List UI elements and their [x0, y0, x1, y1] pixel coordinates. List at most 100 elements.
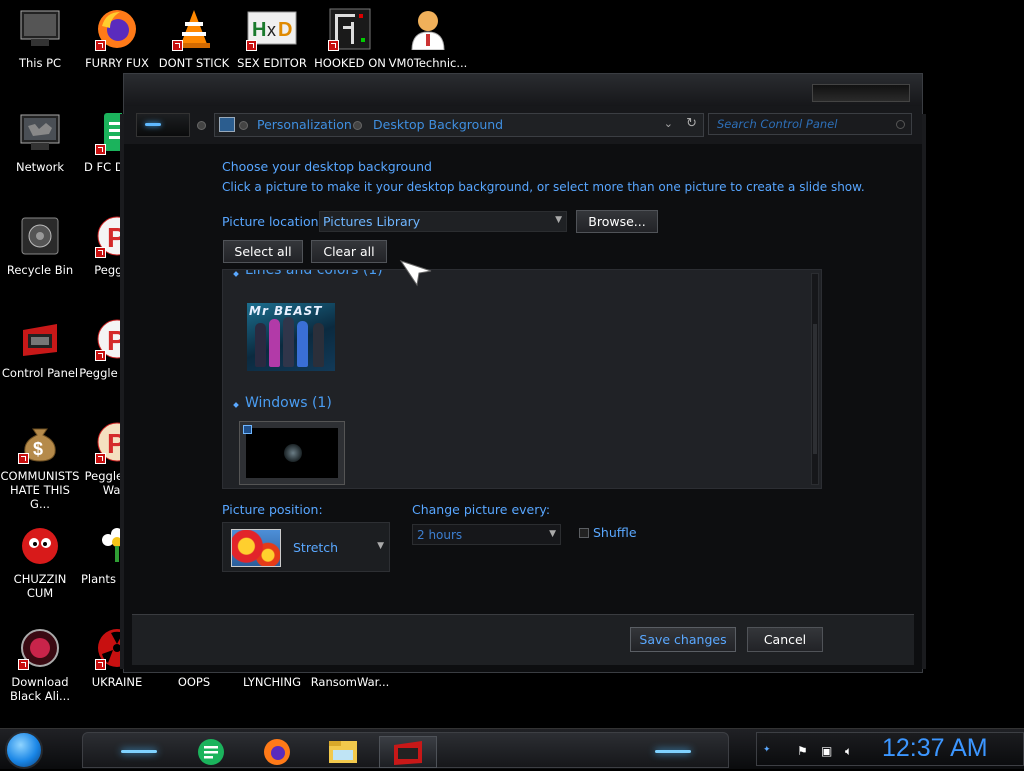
window-controls[interactable]	[812, 84, 910, 102]
clock[interactable]: 12:37 AM	[882, 734, 988, 763]
desktop-icon-network[interactable]: Network	[0, 112, 80, 174]
group-collapse-icon[interactable]	[233, 402, 239, 408]
desktop-icon-label: Recycle Bin	[6, 263, 74, 277]
group-title-windows[interactable]: Windows (1)	[245, 395, 332, 411]
firefox-icon	[264, 739, 290, 765]
svg-text:x: x	[267, 20, 276, 40]
search-input[interactable]: Search Control Panel	[708, 113, 912, 135]
browse-button[interactable]: Browse...	[576, 210, 658, 233]
thumbnail-checkbox[interactable]	[243, 425, 252, 434]
figure	[269, 319, 280, 367]
folder-icon	[329, 741, 357, 763]
desktop-icon-hooked-on[interactable]: HOOKED ON	[310, 8, 390, 70]
mouse-cursor-icon	[399, 260, 432, 287]
recent-pages-button[interactable]	[197, 121, 206, 130]
group-collapse-icon[interactable]	[233, 271, 239, 277]
volume-icon[interactable]: 🔈︎	[845, 744, 852, 759]
taskbar-app-firefox[interactable]	[255, 736, 299, 768]
control-panel-icon	[219, 117, 235, 132]
gallery-scrollbar[interactable]	[811, 273, 819, 485]
breadcrumb-personalization[interactable]: Personalization	[257, 117, 352, 132]
taskbar-app-file-explorer[interactable]	[321, 736, 365, 768]
picture-gallery[interactable]: Lines and colors (1) Mr BEAST Windows (1…	[222, 269, 822, 489]
svg-text:$: $	[33, 439, 43, 459]
desktop-icon-label: VM0Technic...	[388, 56, 468, 70]
desktop-icon-label: Download Black Ali...	[10, 675, 70, 703]
wallpaper-thumbnail[interactable]: Mr BEAST	[247, 303, 335, 371]
breadcrumb-separator[interactable]	[239, 121, 248, 130]
show-hidden-icons-icon[interactable]: ✦	[763, 745, 771, 755]
search-placeholder: Search Control Panel	[717, 117, 838, 131]
desktop-icon-vm0technic[interactable]: VM0Technic...	[388, 8, 468, 70]
action-center-flag-icon[interactable]: ⚑	[797, 744, 808, 758]
network-icon[interactable]: ▣	[821, 744, 832, 758]
start-button[interactable]	[5, 731, 43, 769]
recycle-bin-icon	[19, 215, 61, 257]
red-chuzzle-icon	[19, 524, 61, 566]
desktop-icon-label: UKRAINE	[91, 675, 143, 689]
clear-all-button[interactable]: Clear all	[311, 240, 387, 263]
select-all-button[interactable]: Select all	[223, 240, 303, 263]
scrollbar-thumb[interactable]	[813, 324, 817, 454]
taskbar: ✦ ⚑ ▣ 🔈︎ 12:37 AM	[0, 728, 1024, 769]
refresh-icon[interactable]: ↻	[686, 116, 697, 131]
picture-position-select[interactable]: Stretch ▼	[222, 522, 390, 572]
doctor-avatar-icon	[407, 8, 449, 51]
back-forward-buttons[interactable]	[136, 113, 190, 137]
breadcrumb-separator[interactable]	[353, 121, 362, 130]
page-description: Click a picture to make it your desktop …	[222, 180, 865, 194]
desktop-icon-label: SEX EDITOR	[237, 56, 307, 70]
desktop-icon-dont-stick[interactable]: DONT STICK	[154, 8, 234, 70]
breadcrumb-desktop-background[interactable]: Desktop Background	[373, 117, 503, 132]
svg-text:H: H	[252, 19, 266, 41]
shuffle-label[interactable]: Shuffle	[593, 525, 637, 540]
page-title: Choose your desktop background	[222, 159, 432, 174]
address-dropdown-icon[interactable]: ⌄	[664, 117, 673, 130]
dropdown-arrow-icon: ▼	[555, 215, 562, 225]
desktop-icon-recycle-bin[interactable]: Recycle Bin	[0, 215, 80, 277]
window-right-edge	[922, 114, 926, 669]
address-bar[interactable]: Personalization Desktop Background ⌄ ↻	[214, 113, 704, 137]
desktop-background-window: Personalization Desktop Background ⌄ ↻ S…	[120, 73, 926, 673]
desktop-icon-label: FURRY FUX	[85, 56, 149, 70]
save-changes-button[interactable]: Save changes	[630, 627, 736, 652]
taskbar-app-control-panel[interactable]	[379, 736, 437, 768]
desktop-icon-label: HOOKED ON	[314, 56, 386, 70]
taskbar-glow	[121, 750, 157, 753]
windows-logo-icon	[284, 444, 302, 462]
desktop-icon-chuzzin[interactable]: CHUZZIN CUM	[0, 524, 80, 600]
green-doc-icon	[198, 739, 224, 765]
picture-location-select[interactable]: Pictures Library ▼	[319, 211, 567, 232]
thumbnail-image	[246, 428, 338, 478]
desktop-icon-furry-fux[interactable]: FURRY FUX	[77, 8, 157, 70]
desktop-icon-this-pc[interactable]: This PC	[0, 8, 80, 70]
figure	[313, 323, 324, 367]
desktop-icon-label: OOPS	[177, 675, 211, 689]
desktop-icon-communists[interactable]: $ COMMUNISTS HATE THIS G...	[0, 421, 80, 511]
desktop-icon-sex-editor[interactable]: HxD SEX EDITOR	[232, 8, 312, 70]
figure	[297, 321, 308, 367]
search-icon	[896, 120, 905, 129]
group-title-lines-colors[interactable]: Lines and colors (1)	[245, 270, 383, 278]
money-bag-icon: $	[18, 421, 61, 464]
taskbar-items	[82, 732, 729, 768]
desktop-icon-download-black-ali[interactable]: Download Black Ali...	[0, 627, 80, 703]
figure	[255, 323, 266, 367]
desktop-icon-label: Network	[15, 160, 65, 174]
cancel-button[interactable]: Cancel	[747, 627, 823, 652]
title-bar[interactable]	[124, 74, 922, 106]
dropdown-arrow-icon: ▼	[377, 541, 384, 551]
desktop-icon-label: DONT STICK	[158, 56, 230, 70]
wallpaper-thumbnail-selected[interactable]	[239, 421, 345, 485]
red-orb-icon	[18, 627, 61, 670]
change-picture-select[interactable]: 2 hours ▼	[412, 524, 561, 545]
figure	[283, 317, 294, 367]
svg-text:D: D	[278, 19, 292, 41]
desktop-icon-label: LYNCHING	[242, 675, 302, 689]
desktop-icon-control-panel[interactable]: Control Panel	[0, 318, 80, 380]
desktop-icon-label: RansomWar...	[310, 675, 390, 689]
shuffle-checkbox[interactable]	[579, 528, 589, 538]
taskbar-app-green-doc[interactable]	[189, 736, 233, 768]
picture-position-value: Stretch	[293, 540, 339, 555]
picture-position-label: Picture position:	[222, 502, 323, 517]
